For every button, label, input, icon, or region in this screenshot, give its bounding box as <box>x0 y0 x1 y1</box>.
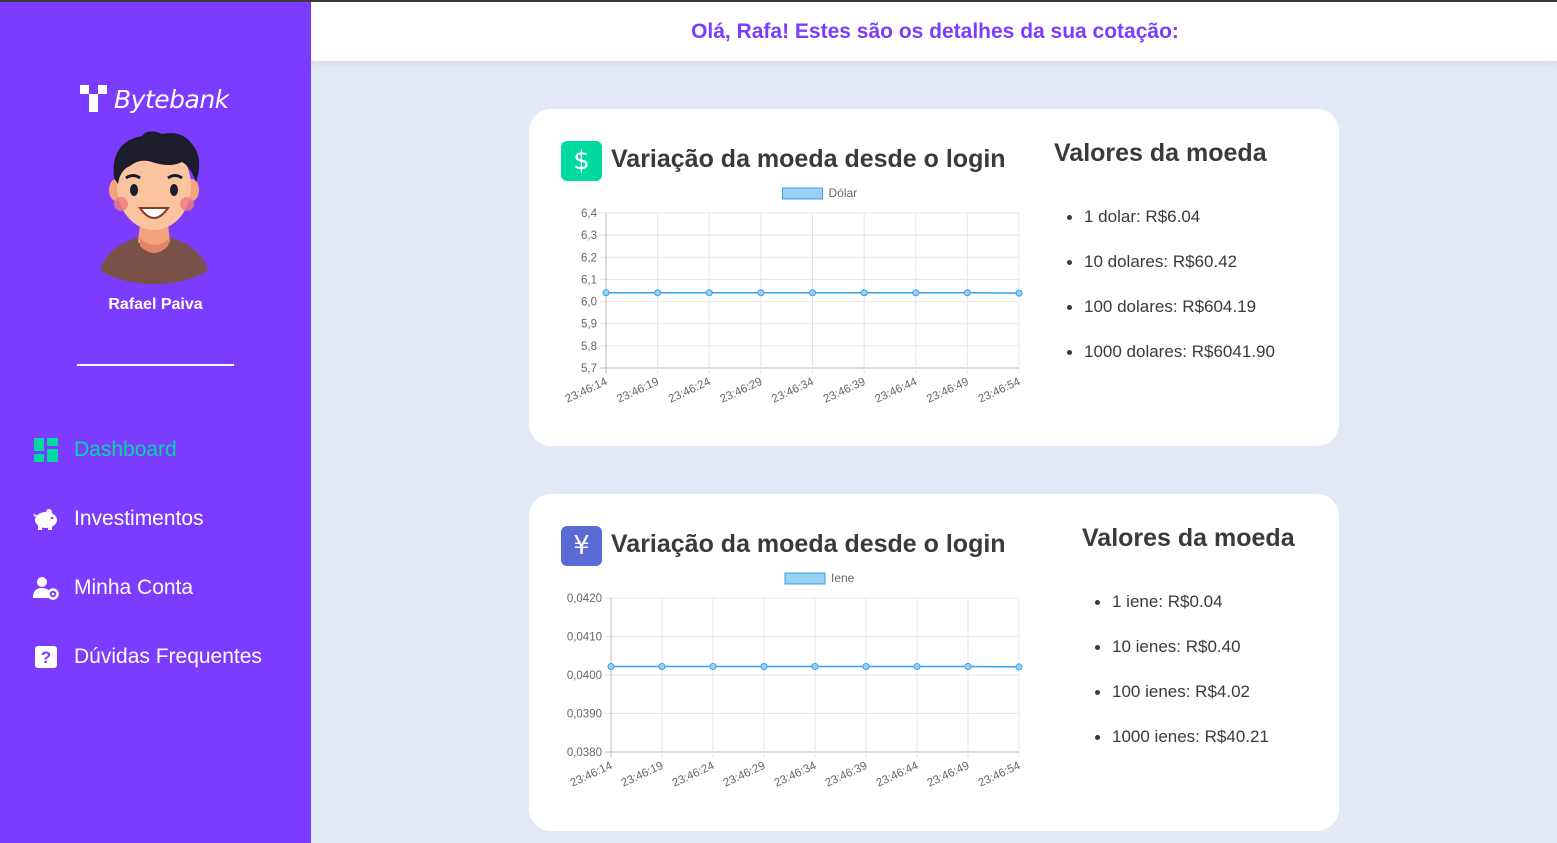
data-point <box>658 663 666 671</box>
x-tick-label: 23:46:44 <box>875 760 921 790</box>
data-point <box>811 663 819 671</box>
x-tick-label: 23:46:49 <box>925 376 971 406</box>
x-tick-label: 23:46:19 <box>615 376 661 406</box>
y-tick-label: 0,0410 <box>567 632 602 644</box>
data-point <box>1015 289 1023 297</box>
currency-card-dolar: $ Variação da moeda desde o login Dólar 6… <box>529 109 1339 446</box>
value-item: 1 dolar: R$6.04 <box>1065 205 1275 250</box>
x-tick-label: 23:46:49 <box>926 760 972 790</box>
y-tick-label: 0,0400 <box>567 670 602 682</box>
values-title: Valores da moeda <box>1054 139 1267 167</box>
x-tick-label: 23:46:14 <box>564 376 610 406</box>
value-item: 10 ienes: R$0.40 <box>1093 635 1269 680</box>
values-list: 1 dolar: R$6.04 10 dolares: R$60.42 100 … <box>1065 205 1275 385</box>
y-tick-label: 6,4 <box>581 208 598 220</box>
x-tick-label: 23:46:54 <box>977 376 1023 406</box>
question-icon: ? <box>33 644 59 670</box>
page-title: Olá, Rafa! Estes são os detalhes da sua … <box>691 19 1179 43</box>
bytebank-logo-icon <box>80 85 108 113</box>
data-point <box>912 289 920 297</box>
nav-item-minha-conta[interactable]: Minha Conta <box>33 570 262 606</box>
user-name: Rafael Paiva <box>108 296 203 313</box>
y-tick-label: 6,3 <box>581 230 597 242</box>
nav-item-label: Dúvidas Frequentes <box>74 645 262 668</box>
sidebar-nav: Dashboard Investimentos Minha Conta ? Dú… <box>33 432 262 708</box>
data-point <box>757 289 765 297</box>
nav-item-label: Minha Conta <box>74 576 194 599</box>
legend-swatch <box>784 572 826 585</box>
value-item: 10 dolares: R$60.42 <box>1065 250 1275 295</box>
x-tick-label: 23:46:24 <box>671 760 717 790</box>
y-tick-label: 5,8 <box>581 341 597 353</box>
data-point <box>860 289 868 297</box>
nav-item-label: Investimentos <box>74 507 204 530</box>
y-tick-label: 5,7 <box>581 363 597 375</box>
data-point <box>709 663 717 671</box>
line-chart-iene[interactable]: Iene0,04200,04100,04000,03900,038023:46:… <box>559 568 1029 838</box>
legend-label: Iene <box>831 571 855 585</box>
y-tick-label: 5,9 <box>581 319 597 331</box>
data-point <box>705 289 713 297</box>
chart-title: Variação da moeda desde o login <box>611 530 1006 558</box>
x-tick-label: 23:46:34 <box>773 760 819 790</box>
data-point <box>1015 663 1023 671</box>
y-tick-label: 0,0420 <box>567 593 602 605</box>
nav-item-dashboard[interactable]: Dashboard <box>33 432 262 468</box>
user-gear-icon <box>33 575 59 601</box>
x-tick-label: 23:46:29 <box>719 376 765 406</box>
sidebar-divider <box>77 364 234 366</box>
y-tick-label: 0,0390 <box>567 709 602 721</box>
data-point <box>607 663 615 671</box>
data-point <box>602 289 610 297</box>
y-tick-label: 6,2 <box>581 252 597 264</box>
x-tick-label: 23:46:24 <box>667 376 713 406</box>
value-item: 1000 dolares: R$6041.90 <box>1065 340 1275 385</box>
value-item: 1000 ienes: R$40.21 <box>1093 725 1269 770</box>
y-tick-label: 6,0 <box>581 297 597 309</box>
svg-text:?: ? <box>41 648 51 667</box>
data-point <box>654 289 662 297</box>
data-point <box>964 663 972 671</box>
data-point <box>809 289 816 297</box>
value-item: 100 dolares: R$604.19 <box>1065 295 1275 340</box>
yen-icon: ¥ <box>561 526 602 566</box>
line-chart-dolar[interactable]: Dólar6,46,36,26,16,05,95,85,723:46:14 23:… <box>559 183 1029 453</box>
value-item: 100 ienes: R$4.02 <box>1093 680 1269 725</box>
currency-card-iene: ¥ Variação da moeda desde o login Iene 0,… <box>529 494 1339 831</box>
sidebar: Bytebank Rafael Paiva Dashboard Investim… <box>0 2 311 843</box>
x-tick-label: 23:46:44 <box>873 376 919 406</box>
x-tick-label: 23:46:14 <box>569 760 615 790</box>
nav-item-duvidas-frequentes[interactable]: ? Dúvidas Frequentes <box>33 639 262 675</box>
window-top-border <box>0 0 1557 2</box>
x-tick-label: 23:46:34 <box>770 376 816 406</box>
dollar-icon: $ <box>561 141 602 181</box>
dashboard-icon <box>33 437 59 463</box>
data-point <box>760 663 768 671</box>
y-tick-label: 6,1 <box>581 274 597 286</box>
values-title: Valores da moeda <box>1082 524 1295 552</box>
data-point <box>913 663 921 671</box>
legend-swatch <box>782 187 823 200</box>
chart-title: Variação da moeda desde o login <box>611 145 1006 173</box>
nav-item-label: Dashboard <box>74 438 177 461</box>
piggy-bank-icon <box>33 506 59 532</box>
data-point <box>963 289 971 297</box>
value-item: 1 iene: R$0.04 <box>1093 590 1269 635</box>
x-tick-label: 23:46:39 <box>824 760 870 790</box>
page-header: Olá, Rafa! Estes são os detalhes da sua … <box>311 2 1557 61</box>
data-point <box>862 663 870 671</box>
avatar[interactable] <box>96 128 212 284</box>
brand-name: Bytebank <box>114 84 229 114</box>
nav-item-investimentos[interactable]: Investimentos <box>33 501 262 537</box>
x-tick-label: 23:46:19 <box>620 760 666 790</box>
x-tick-label: 23:46:29 <box>722 760 768 790</box>
y-tick-label: 0,0380 <box>567 747 602 759</box>
values-list: 1 iene: R$0.04 10 ienes: R$0.40 100 iene… <box>1093 590 1269 770</box>
legend-label: Dólar <box>829 186 858 200</box>
brand-logo[interactable]: Bytebank <box>80 82 229 116</box>
x-tick-label: 23:46:54 <box>977 760 1023 790</box>
x-tick-label: 23:46:39 <box>822 376 868 406</box>
